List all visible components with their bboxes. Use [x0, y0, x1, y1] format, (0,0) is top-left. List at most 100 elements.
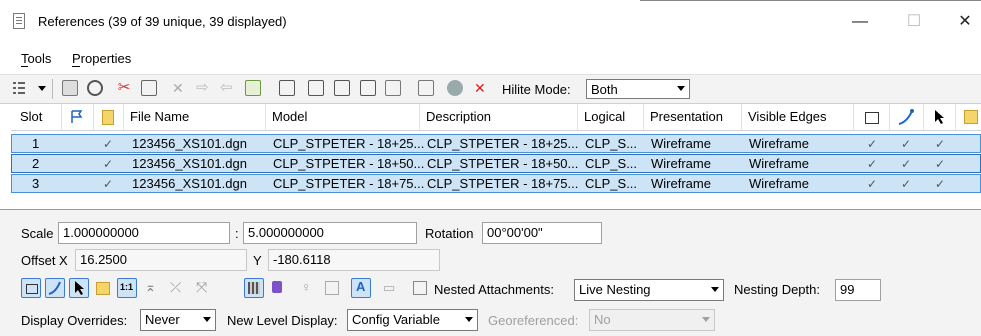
col-header-locate[interactable] — [924, 104, 956, 130]
cell-visible-edges: Wireframe — [749, 156, 809, 171]
cell-snap-check[interactable]: ✓ — [901, 135, 911, 153]
scale-ref-input[interactable]: 5.000000000 — [243, 222, 417, 244]
clip-back-icon: ⤫ — [170, 279, 182, 295]
cell-locate-check[interactable]: ✓ — [935, 135, 945, 153]
cell-locate-check[interactable]: ✓ — [935, 175, 945, 193]
table-row[interactable]: 2 ✓ 123456_XS101.dgn CLP_STPETER - 18+50… — [11, 154, 981, 173]
nested-attach-button[interactable] — [410, 278, 430, 298]
close-button[interactable]: ✕ — [945, 9, 981, 35]
levels-button[interactable] — [269, 278, 289, 298]
locate-toggle-button[interactable] — [69, 278, 89, 298]
rotation-input[interactable]: 00°00'00" — [482, 222, 602, 244]
table-row[interactable]: 3 ✓ 123456_XS101.dgn CLP_STPETER - 18+75… — [11, 174, 981, 193]
new-level-display-select[interactable]: Config Variable — [347, 309, 478, 331]
display-toggle-button[interactable] — [21, 278, 41, 298]
chevron-down-icon — [203, 317, 211, 322]
clip-back-button[interactable]: ⤫ — [167, 278, 187, 298]
col-header-flag[interactable] — [62, 104, 94, 130]
menu-properties[interactable]: Properties — [72, 51, 131, 66]
cell-file-name: 123456_XS101.dgn — [132, 136, 247, 151]
cell-slot: 3 — [32, 176, 40, 191]
cell-visible-edges: Wireframe — [749, 136, 809, 151]
clip-delete-icon[interactable] — [418, 80, 434, 96]
chevron-down-icon — [711, 287, 719, 292]
line-style-toggle-button[interactable]: ⌅ — [143, 278, 163, 298]
col-header-display[interactable] — [94, 104, 124, 130]
cell-snap-check[interactable]: ✓ — [901, 175, 911, 193]
detach-icon[interactable]: ✂ — [116, 80, 132, 96]
snap-toggle-button[interactable] — [45, 278, 65, 298]
nested-attachments-select[interactable]: Live Nesting — [574, 279, 724, 301]
offset-y-input[interactable]: -180.6118 — [268, 249, 440, 271]
table-row[interactable]: 1 ✓ 123456_XS101.dgn CLP_STPETER - 18+25… — [11, 134, 981, 153]
col-header-model[interactable]: Model — [266, 104, 420, 130]
comment-button[interactable]: ▭ — [380, 278, 400, 298]
col-header-nest[interactable] — [956, 104, 981, 130]
col-header-visible-edges[interactable]: Visible Edges — [742, 104, 854, 130]
display-overrides-value: Never — [145, 312, 180, 327]
comment-icon: ▭ — [383, 280, 396, 295]
scale-separator: : — [235, 226, 239, 241]
hilite-mode-select[interactable]: Both — [586, 79, 690, 99]
cell-display-check[interactable]: ✓ — [103, 135, 113, 153]
display-overrides-select[interactable]: Never — [140, 309, 216, 331]
menu-tools[interactable]: Tools — [21, 51, 51, 66]
col-header-display-toggle[interactable] — [854, 104, 890, 130]
levels-icon — [272, 281, 282, 293]
attach-special-icon[interactable] — [87, 80, 103, 96]
minimize-button[interactable]: — — [840, 9, 880, 35]
cell-display-toggle-check[interactable]: ✓ — [867, 155, 877, 173]
mirror-v-icon[interactable] — [334, 80, 350, 96]
clip-mask-icon[interactable] — [385, 80, 401, 96]
cell-display-check[interactable]: ✓ — [103, 155, 113, 173]
col-header-file-name[interactable]: File Name — [124, 104, 266, 130]
cell-logical: CLP_S... — [585, 176, 638, 191]
col-header-description[interactable]: Description — [420, 104, 578, 130]
nesting-depth-input[interactable]: 99 — [835, 279, 881, 301]
remove-icon[interactable]: ✕ — [474, 80, 490, 96]
hilite-mode-value: Both — [591, 82, 618, 97]
col-header-snap[interactable] — [890, 104, 924, 130]
folder-icon — [96, 282, 110, 295]
cell-display-check[interactable]: ✓ — [103, 175, 113, 193]
col-header-slot[interactable]: Slot — [14, 104, 62, 130]
line-style-icon: ⌅ — [145, 279, 156, 294]
reload-icon[interactable] — [141, 80, 157, 96]
list-view-icon[interactable] — [12, 81, 26, 95]
mirror-h-icon[interactable] — [308, 80, 324, 96]
text-toggle-button[interactable]: A — [351, 278, 371, 298]
rotate-icon[interactable] — [279, 80, 295, 96]
clip-front-button[interactable]: ⤧ — [193, 278, 213, 298]
cell-locate-check[interactable]: ✓ — [935, 155, 945, 173]
clip-boundary-icon[interactable] — [360, 80, 376, 96]
nesting-depth-label: Nesting Depth: — [734, 282, 820, 297]
raster-toggle-button[interactable] — [244, 278, 264, 298]
view-dropdown-arrow-icon[interactable] — [38, 86, 46, 91]
display-icon — [26, 284, 38, 294]
col-header-presentation[interactable]: Presentation — [644, 104, 742, 130]
cell-description: CLP_STPETER - 18+25... — [427, 136, 579, 151]
offset-y-label: Y — [253, 253, 262, 268]
true-scale-toggle-button[interactable]: 1:1 — [117, 278, 137, 298]
snap-icon — [48, 281, 61, 295]
move-icon[interactable]: ⇨ — [196, 80, 212, 96]
copy-icon[interactable]: ⇦ — [220, 80, 236, 96]
properties-button[interactable] — [322, 278, 342, 298]
col-header-logical[interactable]: Logical — [578, 104, 644, 130]
nested-toggle-button[interactable] — [93, 278, 113, 298]
cell-display-toggle-check[interactable]: ✓ — [867, 135, 877, 153]
maximize-button[interactable]: ☐ — [894, 9, 934, 35]
cell-snap-check[interactable]: ✓ — [901, 155, 911, 173]
scale-master-input[interactable]: 1.000000000 — [58, 222, 230, 244]
chevron-down-icon — [702, 317, 710, 322]
scale-icon[interactable] — [245, 80, 261, 96]
snap-icon — [898, 109, 914, 125]
offset-x-label: Offset X — [21, 253, 68, 268]
exchange-icon[interactable]: ✕ — [172, 80, 188, 96]
cell-display-toggle-check[interactable]: ✓ — [867, 175, 877, 193]
attach-icon[interactable] — [62, 80, 78, 96]
offset-x-input[interactable]: 16.2500 — [75, 249, 247, 271]
globe-icon[interactable] — [447, 80, 463, 96]
lights-button[interactable]: ♀ — [297, 278, 317, 298]
georeferenced-select[interactable]: No — [589, 309, 715, 331]
